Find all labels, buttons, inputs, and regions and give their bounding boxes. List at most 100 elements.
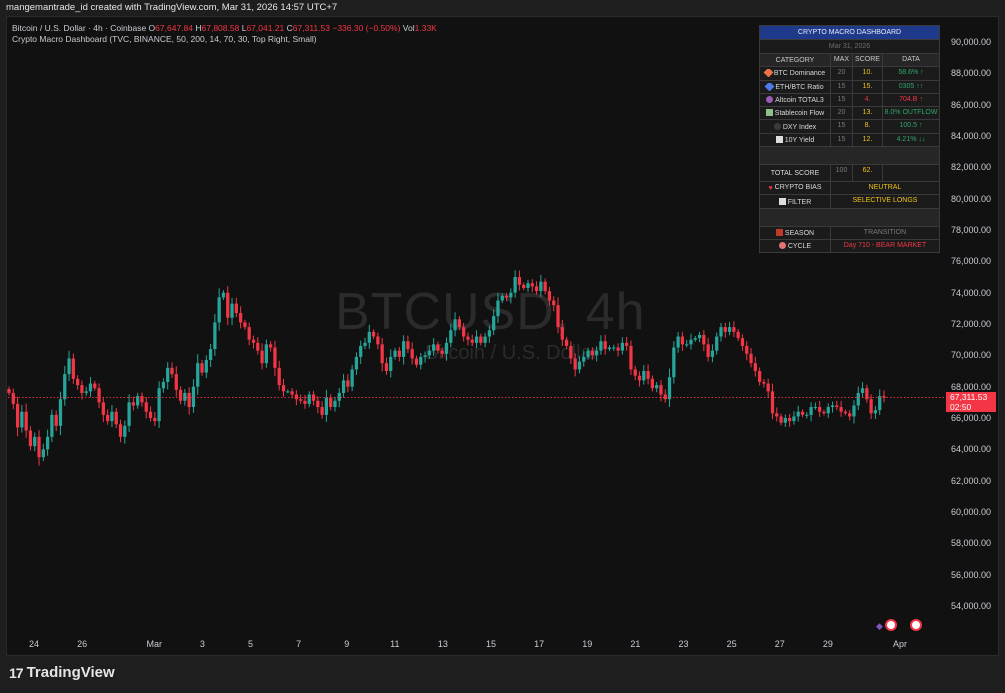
candle-body: [33, 436, 37, 447]
price-tick-label: 82,000.00: [951, 162, 992, 173]
row-data: 8.0% OUTFLOW: [882, 107, 939, 120]
event-marker-icon[interactable]: ◆: [876, 621, 883, 632]
candle-up: [123, 420, 127, 444]
candle-down: [560, 319, 564, 347]
candle-up: [350, 364, 354, 392]
candle-down: [547, 286, 552, 306]
candle-up: [873, 406, 878, 420]
candle-body: [24, 411, 28, 431]
candle-up: [204, 355, 208, 379]
time-tick-label: 11: [390, 639, 400, 649]
candle-up: [586, 347, 590, 360]
time-tick-label: 15: [486, 639, 497, 649]
candle-down: [822, 409, 826, 416]
candle-up: [672, 341, 676, 384]
candle-up: [191, 379, 196, 413]
candle-body: [213, 322, 217, 350]
candle-body: [848, 413, 852, 417]
candle-down: [762, 378, 766, 388]
candle-down: [882, 390, 886, 403]
candle-body: [625, 342, 629, 346]
candle-down: [118, 419, 123, 443]
candle-up: [685, 339, 689, 348]
candle-up: [41, 443, 45, 462]
candle-up: [221, 290, 226, 300]
candle-up: [67, 350, 71, 381]
candle-up: [693, 335, 697, 342]
close-value: 67,311.53: [292, 23, 330, 33]
candle-body: [869, 399, 873, 414]
candle-body: [264, 344, 268, 364]
candle-down: [770, 383, 775, 420]
candle-body: [663, 394, 667, 400]
symbol-label[interactable]: Bitcoin / U.S. Dollar · 4h · Coinbase: [12, 23, 146, 33]
candle-down: [616, 343, 620, 357]
candle-body: [770, 391, 775, 414]
candle-body: [281, 385, 286, 392]
last-price-value: 67,311.53: [950, 392, 988, 402]
candle-body: [843, 411, 848, 414]
candle-down: [564, 336, 569, 349]
candle-up: [110, 404, 114, 428]
time-tick-label: 24: [28, 639, 40, 649]
footer-bar: [0, 656, 1005, 693]
header-max: MAX: [830, 54, 852, 67]
open-value: 67,647.84: [155, 23, 193, 33]
chart-icon: [775, 135, 783, 143]
dashboard-date: Mar 31, 2026: [760, 39, 939, 53]
candle-up: [594, 346, 599, 362]
candle-body: [719, 327, 723, 337]
price-tick-label: 54,000.00: [951, 601, 992, 611]
candle-down: [101, 396, 105, 423]
candle-body: [183, 392, 187, 401]
time-tick-label: 13: [437, 639, 448, 649]
candle-body: [234, 303, 238, 314]
candle-body: [380, 344, 384, 364]
us-flag-event-icon[interactable]: [885, 619, 897, 631]
candle-body: [839, 407, 843, 412]
candle-down: [440, 347, 444, 358]
candle-body: [333, 400, 337, 408]
candle-body: [144, 402, 148, 412]
candle-up: [127, 394, 131, 433]
candle-body: [316, 400, 320, 408]
candle-body: [462, 327, 466, 337]
cycle-label: CYCLE: [787, 243, 812, 251]
candle-down: [303, 394, 307, 409]
price-tick-label: 84,000.00: [951, 131, 992, 141]
candle-down: [865, 384, 869, 403]
candle-up: [577, 355, 582, 374]
candle-up: [393, 347, 397, 360]
candle-down: [80, 380, 84, 400]
candle-down: [37, 430, 41, 466]
candle-body: [805, 414, 809, 416]
header-score: SCORE: [852, 54, 882, 67]
candle-down: [650, 375, 655, 392]
time-tick-label: 23: [678, 639, 689, 649]
candle-up: [483, 332, 487, 348]
candle-up: [852, 400, 856, 424]
tradingview-logo[interactable]: 17 TradingView: [9, 664, 115, 681]
row-max: 15: [830, 80, 852, 93]
candle-up: [719, 322, 723, 342]
candle-body: [277, 367, 281, 386]
candle-body: [470, 339, 474, 343]
time-tick-label: 7: [296, 639, 302, 649]
candle-body: [650, 378, 655, 389]
candle-up: [432, 338, 436, 357]
candle-down: [299, 394, 303, 404]
candle-down: [843, 409, 848, 416]
indicator-legend[interactable]: Crypto Macro Dashboard (TVC, BINANCE, 50…: [12, 34, 437, 45]
candle-down: [848, 410, 852, 421]
row-max: 15: [830, 133, 852, 147]
price-tick-label: 78,000.00: [951, 225, 992, 235]
candle-body: [397, 350, 401, 357]
candle-down: [414, 355, 419, 368]
us-flag-event-icon[interactable]: [910, 619, 922, 631]
candle-body: [444, 342, 449, 354]
candle-up: [264, 339, 268, 368]
candle-body: [809, 407, 813, 415]
candle-body: [534, 286, 539, 292]
time-tick-label: 5: [247, 639, 254, 649]
candle-body: [732, 327, 736, 332]
